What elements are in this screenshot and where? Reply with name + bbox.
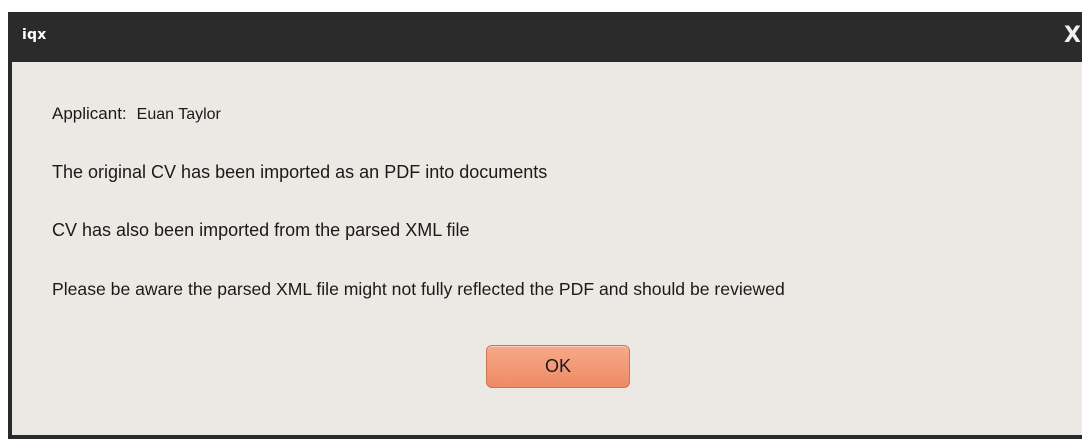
dialog-content: Applicant: Euan Taylor The original CV ha… [12, 62, 1082, 435]
message-pdf-imported: The original CV has been imported as an … [52, 162, 548, 182]
dialog-window: iqx X Applicant: Euan Taylor The original… [8, 12, 1082, 439]
close-icon[interactable]: X [1064, 24, 1082, 50]
title-bar[interactable]: iqx X [8, 12, 1082, 62]
applicant-name: Euan Taylor [136, 106, 221, 123]
message-xml-imported: CV has also been imported from the parse… [52, 220, 470, 240]
applicant-label: Applicant: [52, 104, 127, 123]
message-review-warning: Please be aware the parsed XML file migh… [52, 279, 785, 299]
ok-button[interactable]: OK [486, 345, 630, 388]
window-title: iqx [22, 27, 47, 43]
applicant-line: Applicant: Euan Taylor [52, 103, 221, 126]
